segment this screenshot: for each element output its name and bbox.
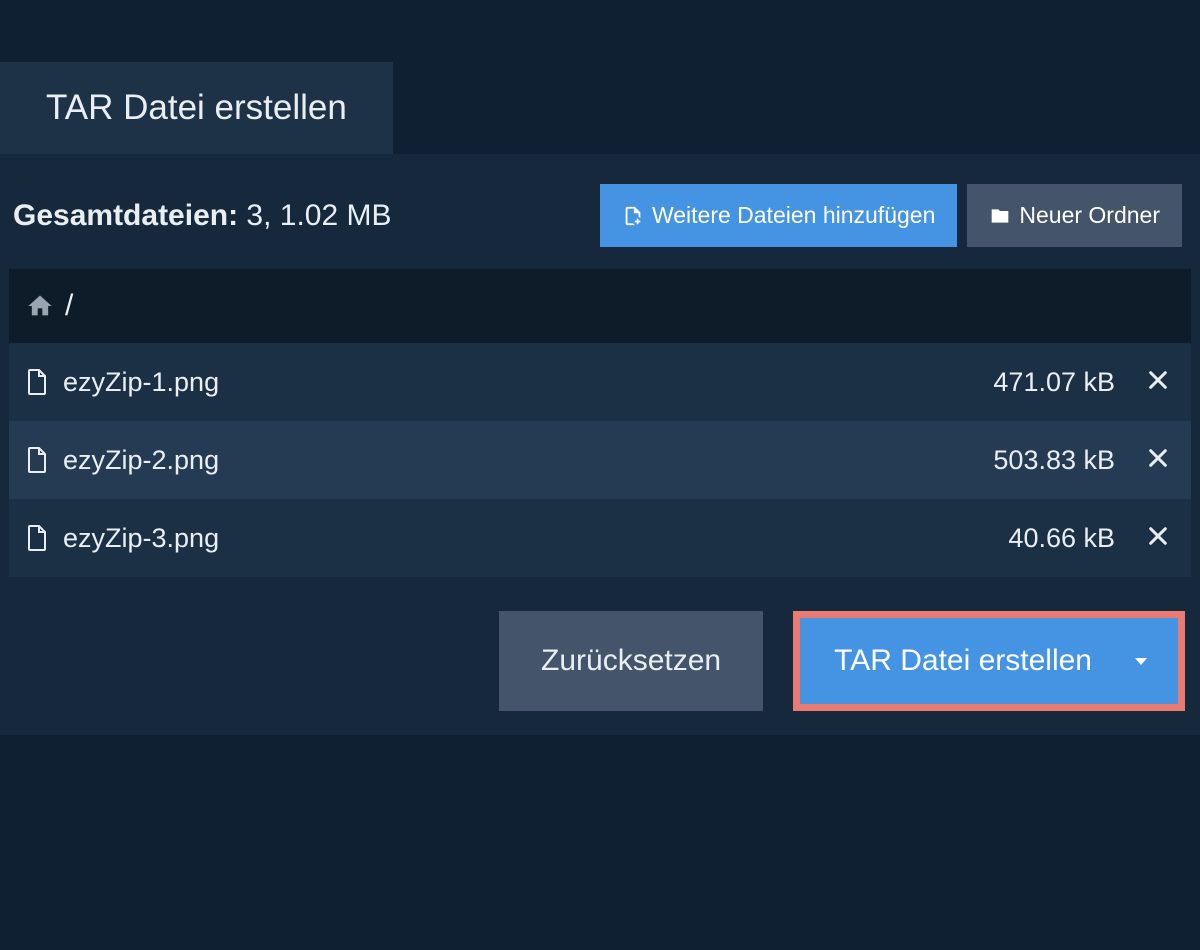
breadcrumb-path: /	[65, 289, 73, 323]
tab-title: TAR Datei erstellen	[46, 88, 347, 127]
action-row: Zurücksetzen TAR Datei erstellen	[9, 577, 1191, 711]
reset-button[interactable]: Zurücksetzen	[499, 611, 763, 711]
file-size: 503.83 kB	[993, 445, 1115, 476]
file-table: ezyZip-1.png 471.07 kB ezyZip-2.png 503.…	[9, 343, 1191, 577]
remove-file-button[interactable]	[1141, 443, 1175, 477]
file-row[interactable]: ezyZip-1.png 471.07 kB	[9, 343, 1191, 421]
file-icon	[25, 368, 49, 396]
toolbar-row: Gesamtdateien: 3, 1.02 MB Weitere Dateie…	[9, 178, 1191, 269]
create-tar-button[interactable]: TAR Datei erstellen	[800, 618, 1178, 704]
new-folder-button[interactable]: Neuer Ordner	[967, 184, 1182, 247]
file-size: 471.07 kB	[993, 367, 1115, 398]
add-files-button[interactable]: Weitere Dateien hinzufügen	[600, 184, 957, 247]
page-container: TAR Datei erstellen Gesamtdateien: 3, 1.…	[0, 0, 1200, 735]
file-name: ezyZip-1.png	[63, 367, 979, 398]
file-name: ezyZip-2.png	[63, 445, 979, 476]
file-row[interactable]: ezyZip-2.png 503.83 kB	[9, 421, 1191, 499]
file-size: 40.66 kB	[1008, 523, 1115, 554]
total-files-summary: Gesamtdateien: 3, 1.02 MB	[13, 199, 392, 233]
close-icon	[1147, 525, 1169, 547]
total-files-value: 3, 1.02 MB	[246, 199, 391, 232]
create-button-highlight: TAR Datei erstellen	[793, 611, 1185, 711]
breadcrumb[interactable]: /	[9, 269, 1191, 343]
close-icon	[1147, 369, 1169, 391]
tab-header[interactable]: TAR Datei erstellen	[0, 62, 393, 154]
caret-down-icon	[1134, 651, 1148, 672]
total-files-label: Gesamtdateien:	[13, 199, 238, 232]
main-panel: Gesamtdateien: 3, 1.02 MB Weitere Dateie…	[0, 154, 1200, 735]
add-files-label: Weitere Dateien hinzufügen	[652, 202, 935, 229]
folder-icon	[989, 206, 1011, 226]
create-label: TAR Datei erstellen	[834, 644, 1092, 678]
remove-file-button[interactable]	[1141, 365, 1175, 399]
close-icon	[1147, 447, 1169, 469]
home-icon	[25, 292, 55, 320]
file-icon	[25, 446, 49, 474]
file-name: ezyZip-3.png	[63, 523, 994, 554]
reset-label: Zurücksetzen	[541, 644, 721, 677]
remove-file-button[interactable]	[1141, 521, 1175, 555]
file-plus-icon	[622, 205, 644, 227]
toolbar-right: Weitere Dateien hinzufügen Neuer Ordner	[600, 184, 1182, 247]
new-folder-label: Neuer Ordner	[1019, 202, 1160, 229]
file-row[interactable]: ezyZip-3.png 40.66 kB	[9, 499, 1191, 577]
file-icon	[25, 524, 49, 552]
